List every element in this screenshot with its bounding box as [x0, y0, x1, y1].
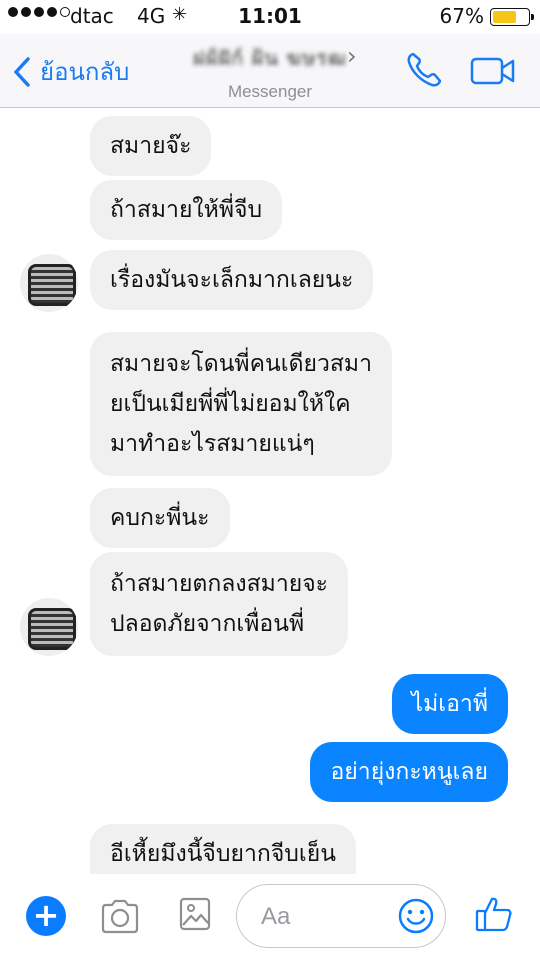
- battery-percent: 67%: [439, 4, 484, 28]
- message-input[interactable]: [261, 897, 381, 937]
- gallery-icon[interactable]: [178, 896, 212, 932]
- message-bubble-incoming[interactable]: คบกะพี่นะ: [90, 488, 230, 548]
- status-bar: dtac 4G ✳ 11:01 67%: [0, 0, 540, 34]
- conversation-header: ย้อนกลับ ฝฝ์ฝัก์ ฝ้น ฆษรฒ › Messenger: [0, 34, 540, 108]
- avatar[interactable]: [20, 598, 78, 656]
- message-bubble-incoming[interactable]: สมายจะโดนพี่คนเดียวสมา ยเป็นเมียพี่พี่ไม…: [90, 332, 393, 476]
- camera-icon[interactable]: [100, 898, 140, 934]
- message-bubble-outgoing[interactable]: ไม่เอาพี่: [391, 674, 508, 734]
- message-text-line: ปลอดภัยจากเพื่อนพี่: [110, 611, 305, 637]
- battery-icon: [490, 8, 534, 26]
- chevron-right-icon: ›: [347, 42, 357, 70]
- message-text: ไม่เอาพี่: [411, 691, 488, 717]
- avatar[interactable]: [20, 254, 78, 312]
- message-text-line: ถ้าสมายตกลงสมายจะ: [110, 571, 329, 597]
- contact-name: ฝฝ์ฝัก์ ฝ้น ฆษรฒ: [192, 46, 348, 70]
- message-text: อย่ายุ่งกะหนูเลย: [330, 759, 488, 785]
- composer-bar: +: [0, 874, 540, 960]
- message-bubble-incoming[interactable]: อีเหี้ยมึงนี้จีบยากจีบเย็น: [90, 824, 356, 874]
- video-call-icon[interactable]: [470, 56, 516, 86]
- message-text-line: สมายจะโดนพี่คนเดียวสมา: [110, 351, 373, 377]
- message-text: สมายจ๊ะ: [110, 133, 192, 159]
- plus-button[interactable]: +: [26, 896, 66, 936]
- app-subtitle: Messenger: [227, 82, 313, 101]
- message-text: เรื่องมันจะเล็กมากเลยนะ: [110, 267, 354, 293]
- message-input-field[interactable]: [236, 884, 446, 948]
- message-bubble-outgoing[interactable]: อย่ายุ่งกะหนูเลย: [310, 742, 508, 802]
- contact-title[interactable]: ฝฝ์ฝัก์ ฝ้น ฆษรฒ › Messenger: [0, 42, 540, 102]
- message-text: อีเหี้ยมึงนี้จีบยากจีบเย็น: [110, 841, 336, 867]
- message-bubble-incoming[interactable]: สมายจ๊ะ: [90, 116, 212, 176]
- message-thread[interactable]: สมายจ๊ะ ถ้าสมายให้พี่จีบ เรื่องมันจะเล็ก…: [0, 108, 540, 874]
- message-bubble-incoming[interactable]: ถ้าสมายตกลงสมายจะ ปลอดภัยจากเพื่อนพี่: [90, 552, 349, 656]
- smile-icon[interactable]: [397, 897, 435, 935]
- messenger-screen: dtac 4G ✳ 11:01 67% ย้อนกลับ ฝฝ์ฝัก์ ฝ้น…: [0, 0, 540, 960]
- message-text: คบกะพี่นะ: [110, 505, 210, 531]
- thumbs-up-icon[interactable]: [474, 894, 514, 934]
- message-bubble-incoming[interactable]: ถ้าสมายให้พี่จีบ: [90, 180, 283, 240]
- message-bubble-incoming[interactable]: เรื่องมันจะเล็กมากเลยนะ: [90, 250, 374, 310]
- message-text: ถ้าสมายให้พี่จีบ: [110, 197, 263, 223]
- message-text-line: มาทำอะไรสมายแน่ๆ: [110, 431, 315, 457]
- phone-call-icon[interactable]: [404, 50, 444, 90]
- message-text-line: ยเป็นเมียพี่พี่ไม่ยอมให้ใค: [110, 391, 351, 417]
